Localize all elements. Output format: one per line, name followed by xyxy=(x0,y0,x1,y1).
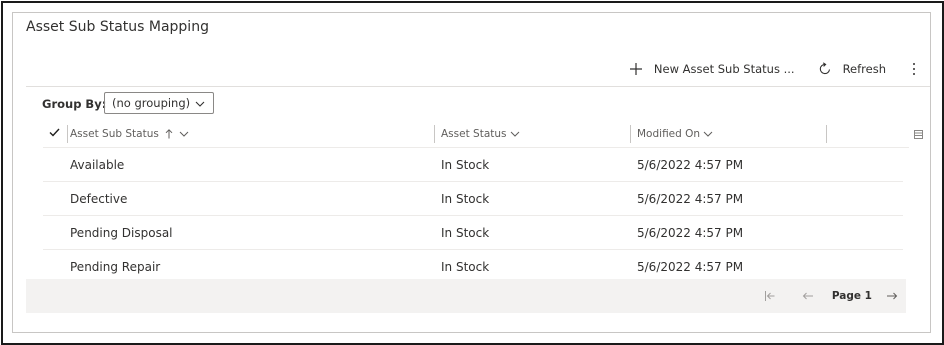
first-page-icon[interactable] xyxy=(762,288,778,304)
panel-title: Asset Sub Status Mapping xyxy=(26,19,209,35)
grid-footer: Page 1 xyxy=(26,279,906,313)
group-by-value: (no grouping) xyxy=(112,96,191,110)
cell-asset-sub-status[interactable]: Pending Disposal xyxy=(70,216,173,249)
next-page-icon[interactable] xyxy=(884,288,900,304)
cell-asset-sub-status[interactable]: Available xyxy=(70,148,124,181)
checkmark-icon xyxy=(49,128,60,140)
new-asset-sub-status-button[interactable]: New Asset Sub Status ... xyxy=(628,61,795,77)
column-chooser-icon[interactable] xyxy=(914,121,923,147)
column-header-modified-on[interactable]: Modified On xyxy=(637,121,713,147)
chevron-down-icon xyxy=(195,96,205,110)
column-header-asset-sub-status[interactable]: Asset Sub Status xyxy=(70,121,189,147)
more-vertical-icon[interactable] xyxy=(908,62,920,76)
cell-asset-status: In Stock xyxy=(441,157,490,172)
cell-modified-on: 5/6/2022 4:57 PM xyxy=(637,157,744,172)
page-number: Page 1 xyxy=(831,290,872,302)
column-separator xyxy=(67,125,68,143)
grid-rows: Available In Stock 5/6/2022 4:57 PM Defe… xyxy=(43,148,903,284)
column-header-label: Modified On xyxy=(637,128,701,140)
cell-asset-sub-status[interactable]: Defective xyxy=(70,182,127,215)
new-asset-sub-status-label: New Asset Sub Status ... xyxy=(653,62,795,76)
refresh-icon xyxy=(817,61,833,77)
sort-ascending-icon xyxy=(165,129,173,139)
cell-modified-on: 5/6/2022 4:57 PM xyxy=(637,191,744,206)
group-by-dropdown[interactable]: (no grouping) xyxy=(104,92,214,114)
column-header-label: Asset Status xyxy=(441,128,507,140)
chevron-down-icon xyxy=(179,131,189,137)
column-separator xyxy=(434,125,435,143)
subgrid-panel: Asset Sub Status Mapping New Asset Sub S… xyxy=(12,12,931,333)
pager: Page 1 xyxy=(746,279,900,313)
chevron-down-icon xyxy=(703,131,713,137)
chevron-down-icon xyxy=(510,131,520,137)
column-header-asset-status[interactable]: Asset Status xyxy=(441,121,520,147)
previous-page-icon[interactable] xyxy=(800,288,816,304)
group-by-label: Group By: xyxy=(42,97,107,111)
window-frame: Asset Sub Status Mapping New Asset Sub S… xyxy=(1,1,944,345)
column-header-label: Asset Sub Status xyxy=(70,128,159,140)
table-row[interactable]: Available In Stock 5/6/2022 4:57 PM xyxy=(43,148,903,182)
column-separator xyxy=(826,125,827,143)
plus-icon xyxy=(628,61,644,77)
refresh-button[interactable]: Refresh xyxy=(817,61,886,77)
cell-asset-status: In Stock xyxy=(441,191,490,206)
divider xyxy=(26,86,930,87)
cell-modified-on: 5/6/2022 4:57 PM xyxy=(637,225,744,240)
table-row[interactable]: Pending Disposal In Stock 5/6/2022 4:57 … xyxy=(43,216,903,250)
grid-header: Asset Sub Status Asset Status Modified O… xyxy=(43,121,923,148)
table-row[interactable]: Defective In Stock 5/6/2022 4:57 PM xyxy=(43,182,903,216)
cell-asset-status: In Stock xyxy=(441,225,490,240)
refresh-label: Refresh xyxy=(842,62,886,76)
command-bar: New Asset Sub Status ... Refresh xyxy=(628,59,920,79)
select-all-checkbox[interactable] xyxy=(49,121,63,147)
column-separator xyxy=(630,125,631,143)
